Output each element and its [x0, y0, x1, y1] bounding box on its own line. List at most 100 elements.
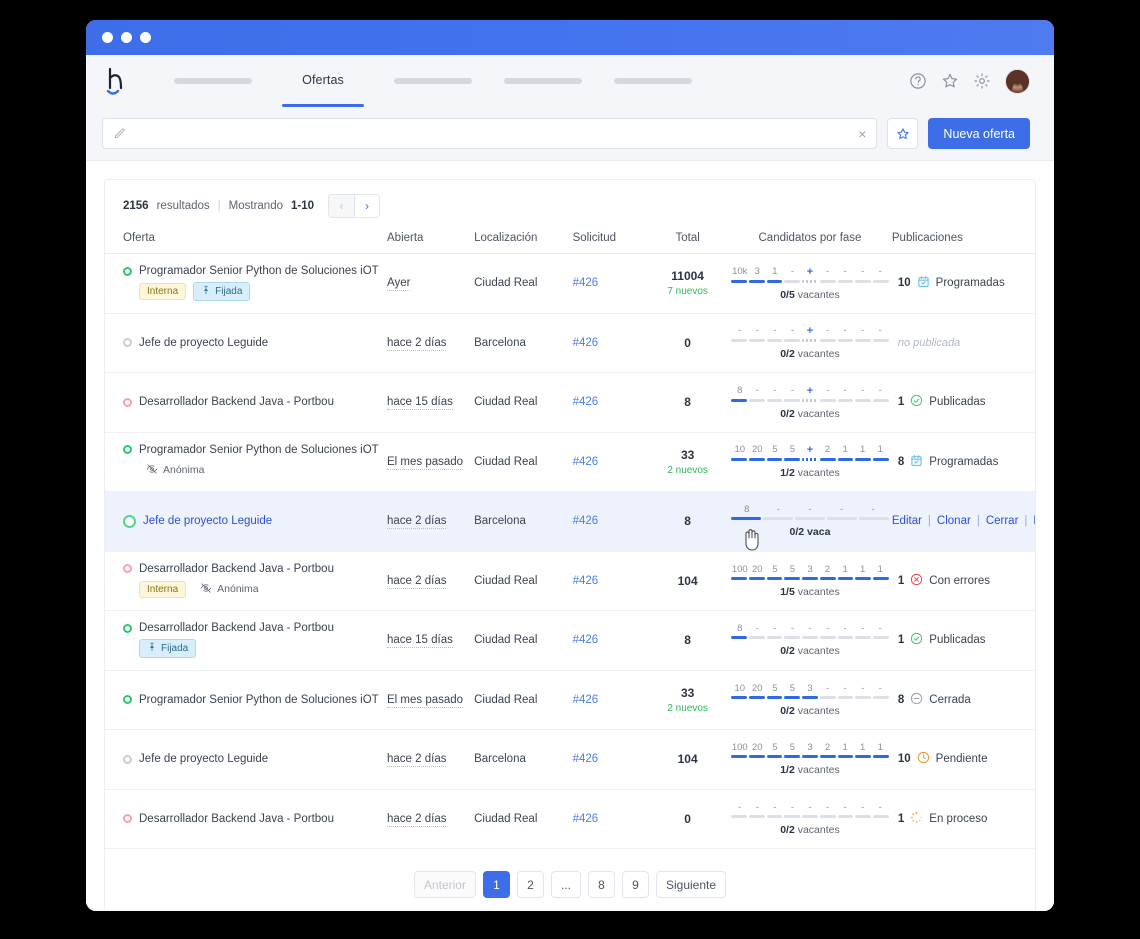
phase-segment[interactable]: [748, 755, 765, 759]
phase-segment[interactable]: [819, 339, 836, 343]
table-row[interactable]: Programador Senior Python de Soluciones …: [105, 670, 1035, 730]
phase-segment[interactable]: [819, 576, 836, 580]
phase-segment[interactable]: [784, 279, 801, 283]
phase-segment[interactable]: [873, 695, 889, 699]
phase-segment[interactable]: [819, 458, 836, 462]
phase-segment[interactable]: [748, 814, 765, 818]
phase-segment[interactable]: [730, 517, 761, 521]
phase-segment[interactable]: [837, 398, 854, 402]
phase-segment[interactable]: [837, 814, 854, 818]
phase-segment[interactable]: [873, 814, 889, 818]
col-header-solicitud[interactable]: Solicitud: [572, 228, 648, 254]
publication-status[interactable]: 1 Publicadas: [892, 632, 1035, 648]
phase-segment[interactable]: [837, 576, 854, 580]
phase-segment[interactable]: [837, 695, 854, 699]
phase-segment[interactable]: [766, 695, 783, 699]
phase-segment[interactable]: [802, 339, 818, 343]
table-row[interactable]: Programador Senior Python de Soluciones …: [105, 432, 1035, 492]
offer-title[interactable]: Jefe de proyecto Leguide: [139, 753, 268, 765]
offer-title-row[interactable]: Programador Senior Python de Soluciones …: [123, 444, 387, 456]
phase-segment[interactable]: [748, 458, 765, 462]
phase-segment[interactable]: [837, 279, 854, 283]
phase-segment[interactable]: [784, 458, 801, 462]
phase-segment[interactable]: [837, 636, 854, 640]
phase-segment[interactable]: [855, 398, 872, 402]
phase-segment[interactable]: [794, 517, 825, 521]
solicitud-link[interactable]: #426: [573, 694, 599, 706]
pagination-next[interactable]: Siguiente: [656, 871, 727, 898]
help-icon[interactable]: [909, 72, 927, 90]
offer-title-row[interactable]: Jefe de proyecto Leguide: [123, 753, 387, 765]
phase-segment[interactable]: [766, 398, 783, 402]
solicitud-link[interactable]: #426: [573, 753, 599, 765]
nav-item-ofertas[interactable]: Ofertas: [268, 55, 378, 107]
phase-segment[interactable]: [766, 814, 783, 818]
offer-title[interactable]: Jefe de proyecto Leguide: [139, 337, 268, 349]
phase-segment[interactable]: [873, 279, 889, 283]
phase-segment[interactable]: [802, 279, 818, 283]
offer-title[interactable]: Desarrollador Backend Java - Portbou: [139, 396, 334, 408]
table-row[interactable]: Desarrollador Backend Java - Portbou hace…: [105, 373, 1035, 432]
window-minimize-dot[interactable]: [121, 32, 132, 43]
col-header-localizacion[interactable]: Localización: [474, 228, 573, 254]
solicitud-link[interactable]: #426: [573, 456, 599, 468]
search-input[interactable]: [126, 126, 859, 141]
phase-segment[interactable]: [855, 695, 872, 699]
action-eliminar[interactable]: Eliminar: [1033, 515, 1035, 527]
col-header-abierta[interactable]: Abierta: [387, 228, 475, 254]
mini-pager-prev[interactable]: ‹: [329, 195, 355, 217]
search-field-container[interactable]: ×: [102, 118, 878, 149]
col-header-candidatos-por-fase[interactable]: Candidatos por fase: [728, 228, 892, 254]
col-header-oferta[interactable]: Oferta: [105, 228, 387, 254]
phase-segment[interactable]: [766, 636, 783, 640]
col-header-total[interactable]: Total: [647, 228, 729, 254]
phase-segment[interactable]: [819, 279, 836, 283]
phase-segment[interactable]: [748, 695, 765, 699]
phase-segment[interactable]: [748, 398, 765, 402]
phase-segment[interactable]: [748, 576, 765, 580]
table-row[interactable]: Jefe de proyecto Leguide hace 2 días Barce…: [105, 730, 1035, 789]
solicitud-link[interactable]: #426: [573, 634, 599, 646]
table-row[interactable]: Desarrollador Backend Java - Portbou Inte…: [105, 551, 1035, 611]
phase-segment[interactable]: [748, 636, 765, 640]
phase-segment[interactable]: [802, 755, 818, 759]
phase-segment[interactable]: [784, 339, 801, 343]
nav-item-4[interactable]: [488, 55, 598, 107]
publication-status[interactable]: 1 En proceso: [892, 811, 1035, 827]
phase-segment[interactable]: [766, 576, 783, 580]
offer-title-row[interactable]: Jefe de proyecto Leguide: [123, 514, 387, 528]
phase-segment[interactable]: [802, 814, 818, 818]
phase-segment[interactable]: [858, 517, 889, 521]
phase-segment[interactable]: [748, 339, 765, 343]
phase-segment[interactable]: [766, 279, 783, 283]
offer-title-row[interactable]: Desarrollador Backend Java - Portbou: [123, 396, 387, 408]
phase-segment[interactable]: [784, 576, 801, 580]
phase-segment[interactable]: [802, 695, 818, 699]
publication-status[interactable]: 8 Programadas: [892, 454, 1035, 470]
publication-status[interactable]: 1 Con errores: [892, 573, 1035, 589]
phase-segment[interactable]: [730, 576, 747, 580]
clear-search-icon[interactable]: ×: [858, 127, 866, 141]
phase-segment[interactable]: [873, 339, 889, 343]
phase-segment[interactable]: [819, 755, 836, 759]
phase-segment[interactable]: [784, 636, 801, 640]
phase-segment[interactable]: [802, 576, 818, 580]
phase-segment[interactable]: [748, 279, 765, 283]
phase-segment[interactable]: [855, 636, 872, 640]
nav-item-1[interactable]: [158, 55, 268, 107]
table-row[interactable]: Desarrollador Backend Java - Portbou Fija…: [105, 611, 1035, 670]
phase-segment[interactable]: [730, 755, 747, 759]
table-row[interactable]: Desarrollador Backend Java - Portbou hace…: [105, 789, 1035, 849]
pagination-page-9[interactable]: 9: [622, 871, 649, 898]
phase-segment[interactable]: [837, 458, 854, 462]
phase-segment[interactable]: [802, 636, 818, 640]
action-clonar[interactable]: Clonar: [937, 515, 971, 527]
phase-segment[interactable]: [819, 636, 836, 640]
phase-segment[interactable]: [855, 279, 872, 283]
phase-segment[interactable]: [819, 695, 836, 699]
pagination-page-8[interactable]: 8: [588, 871, 615, 898]
phase-segment[interactable]: [766, 458, 783, 462]
phase-segment[interactable]: [819, 814, 836, 818]
nav-item-3[interactable]: [378, 55, 488, 107]
publication-status[interactable]: 10 Pendiente: [892, 751, 1035, 767]
